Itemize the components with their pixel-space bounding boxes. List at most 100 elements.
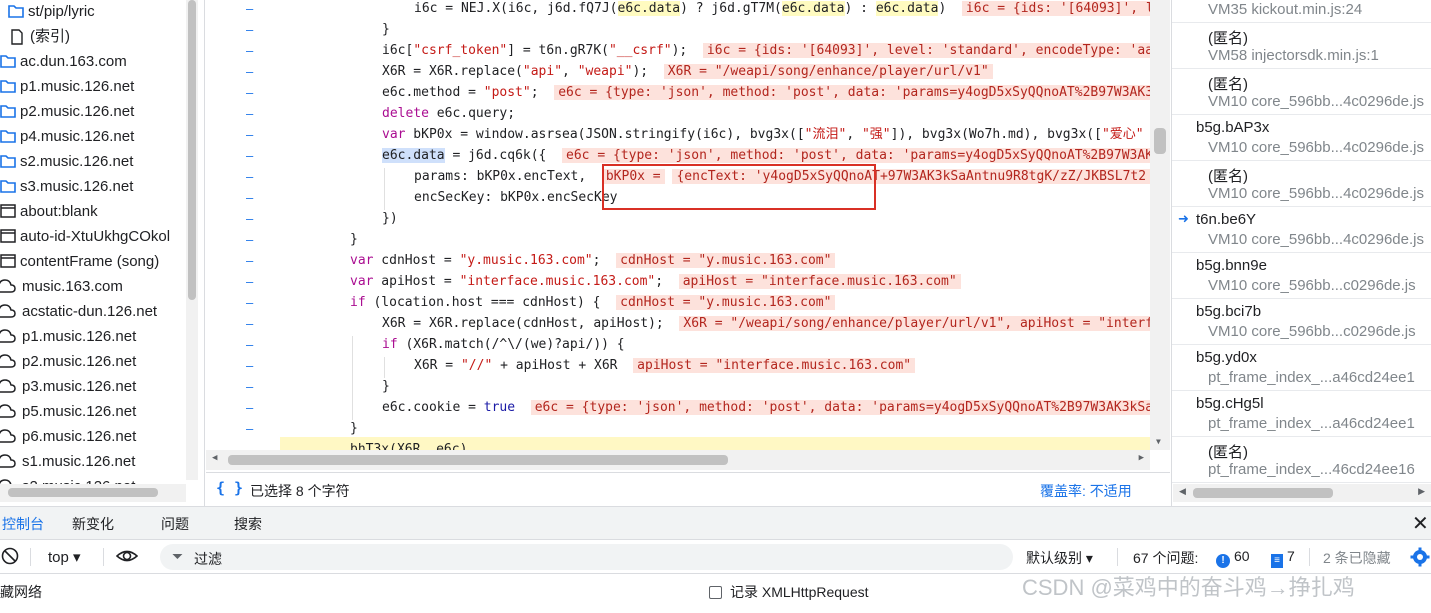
code-line[interactable]: var cdnHost = "y.music.163.com"; cdnHost…	[350, 250, 836, 271]
line-marker[interactable]: –	[246, 377, 256, 398]
tree-item[interactable]: ac.dun.163.com	[0, 49, 127, 74]
console-settings-gear-icon[interactable]	[1410, 547, 1430, 567]
tree-item[interactable]: p2.music.126.net	[0, 99, 134, 124]
line-marker[interactable]: –	[246, 20, 256, 41]
code-line[interactable]: encSecKey: bKP0x.encSecKey	[414, 187, 618, 208]
call-frame[interactable]: (匿名) VM10 core_596bb...4c0296de.js	[1172, 69, 1431, 115]
call-frame[interactable]: (匿名) VM58 injectorsdk.min.js:1	[1172, 23, 1431, 69]
code-line[interactable]: }	[350, 418, 358, 439]
file-tree-horizontal-scrollbar[interactable]	[0, 484, 186, 502]
line-marker[interactable]: –	[246, 209, 256, 230]
editor-vertical-scrollbar[interactable]: ▼	[1150, 0, 1170, 450]
editor-horizontal-scrollbar[interactable]: ◀ ▶	[206, 450, 1150, 470]
code-line[interactable]: }	[382, 19, 390, 40]
close-drawer-icon[interactable]: ✕	[1412, 511, 1429, 536]
line-marker[interactable]: –	[246, 104, 256, 125]
tree-item[interactable]: p1.music.126.net	[0, 74, 134, 99]
code-line[interactable]: i6c["csrf_token"] = t6n.gR7K("__csrf"); …	[382, 40, 1165, 61]
tree-item[interactable]: p3.music.126.net	[0, 374, 136, 399]
console-filter-input[interactable]: ⏷ 过滤	[160, 544, 1013, 570]
live-expression-eye-icon[interactable]	[115, 547, 139, 568]
call-stack-horizontal-scrollbar[interactable]: ◀ ▶	[1173, 484, 1431, 502]
code-line[interactable]: if (X6R.match(/^\/(we)?api/)) {	[382, 334, 625, 355]
issues-count[interactable]: 67 个问题:	[1133, 548, 1198, 568]
code-line[interactable]: })	[382, 208, 398, 229]
issues-warning-badge[interactable]: ≡ 7	[1271, 548, 1295, 568]
scroll-right-icon[interactable]: ▶	[1139, 453, 1144, 463]
log-xhr-option[interactable]: 记录 XMLHttpRequest	[709, 582, 869, 602]
line-marker[interactable]: –	[246, 272, 256, 293]
scroll-down-icon[interactable]: ▼	[1156, 437, 1161, 446]
call-frame[interactable]: b5g.bnn9e VM10 core_596bb...c0296de.js	[1172, 253, 1431, 299]
tree-item[interactable]: p4.music.126.net	[0, 124, 134, 149]
line-marker[interactable]: –	[246, 293, 256, 314]
code-line[interactable]: var apiHost = "interface.music.163.com";…	[350, 271, 961, 292]
code-line[interactable]: delete e6c.query;	[382, 103, 515, 124]
line-marker[interactable]: –	[246, 0, 256, 20]
issues-error-badge[interactable]: ! 60	[1216, 548, 1250, 568]
line-marker[interactable]: –	[246, 251, 256, 272]
tree-item[interactable]: music.163.com	[0, 274, 123, 299]
context-selector[interactable]: top ▾	[48, 548, 81, 566]
line-marker[interactable]: –	[246, 230, 256, 251]
code-line[interactable]: X6R = "//" + apiHost + X6R apiHost = "in…	[414, 355, 916, 376]
source-editor[interactable]: –––––––––––––––––––––– i6c = NEJ.X(i6c, …	[206, 0, 1170, 472]
code-line[interactable]: e6c.data = j6d.cq6k({ e6c = {type: 'json…	[382, 145, 1158, 166]
pretty-print-icon[interactable]: { }	[216, 479, 243, 497]
line-marker[interactable]: –	[246, 62, 256, 83]
scroll-left-icon[interactable]: ◀	[212, 453, 217, 463]
code-line[interactable]: e6c.method = "post"; e6c = {type: 'json'…	[382, 82, 1170, 103]
line-marker[interactable]: –	[246, 83, 256, 104]
tree-item[interactable]: contentFrame (song)	[0, 249, 159, 274]
line-marker[interactable]: –	[246, 335, 256, 356]
tree-item[interactable]: auto-id-XtuUkhgCOkol	[0, 224, 170, 249]
log-xhr-checkbox[interactable]	[709, 586, 722, 599]
call-frame[interactable]: b5g.yd0x pt_frame_index_...a46cd24ee1	[1172, 345, 1431, 391]
line-gutter[interactable]: ––––––––––––––––––––––	[206, 0, 280, 457]
tree-item[interactable]: (索引)	[10, 24, 70, 49]
line-marker[interactable]: –	[246, 188, 256, 209]
line-marker[interactable]: –	[246, 146, 256, 167]
call-frame[interactable]: (匿名) VM10 core_596bb...4c0296de.js	[1172, 161, 1431, 207]
call-frame[interactable]: VM35 kickout.min.js:24	[1172, 0, 1431, 23]
line-marker[interactable]: –	[246, 356, 256, 377]
code-line[interactable]: e6c.cookie = true e6c = {type: 'json', m…	[382, 397, 1170, 418]
code-line[interactable]: X6R = X6R.replace("api", "weapi"); X6R =…	[382, 61, 993, 82]
coverage-link[interactable]: 覆盖率: 不适用	[1040, 481, 1132, 501]
tree-item[interactable]: about:blank	[0, 199, 98, 224]
log-levels-dropdown[interactable]: 默认级别 ▾	[1026, 548, 1093, 568]
code-line[interactable]: if (location.host === cdnHost) { cdnHost…	[350, 292, 836, 313]
call-frame[interactable]: b5g.bci7b VM10 core_596bb...c0296de.js	[1172, 299, 1431, 345]
tree-item[interactable]: p1.music.126.net	[0, 324, 136, 349]
tree-item[interactable]: acstatic-dun.126.net	[0, 299, 157, 324]
code-line[interactable]: }	[350, 229, 358, 250]
code-line[interactable]: X6R = X6R.replace(cdnHost, apiHost); X6R…	[382, 313, 1170, 334]
tab-search[interactable]: 搜索	[234, 514, 262, 534]
tab-issues[interactable]: 问题	[161, 514, 189, 534]
code-line[interactable]: }	[382, 376, 390, 397]
call-frame[interactable]: b5g.cHg5l pt_frame_index_...a46cd24ee1	[1172, 391, 1431, 437]
tree-item[interactable]: s3.music.126.net	[0, 174, 133, 199]
tree-item[interactable]: s2.music.126.net	[0, 149, 133, 174]
tab-changes[interactable]: 新变化	[72, 514, 114, 534]
tree-item[interactable]: p6.music.126.net	[0, 424, 136, 449]
line-marker[interactable]: –	[246, 398, 256, 419]
tab-console[interactable]: 控制台	[2, 514, 44, 543]
call-frame[interactable]: ➜ t6n.be6Y VM10 core_596bb...4c0296de.js	[1172, 207, 1431, 253]
code-line[interactable]: i6c = NEJ.X(i6c, j6d.fQ7J(e6c.data) ? j6…	[414, 0, 1170, 19]
line-marker[interactable]: –	[246, 419, 256, 440]
tree-item[interactable]: p2.music.126.net	[0, 349, 136, 374]
code-line[interactable]: var bKP0x = window.asrsea(JSON.stringify…	[382, 124, 1144, 145]
clear-console-icon[interactable]	[1, 547, 19, 565]
call-frame[interactable]: b5g.bAP3x VM10 core_596bb...4c0296de.js	[1172, 115, 1431, 161]
hide-network-option[interactable]: 隐藏网络	[0, 582, 42, 602]
file-tree-vertical-scrollbar[interactable]	[186, 0, 198, 480]
line-marker[interactable]: –	[246, 167, 256, 188]
line-marker[interactable]: –	[246, 41, 256, 62]
line-marker[interactable]: –	[246, 125, 256, 146]
line-marker[interactable]: –	[246, 314, 256, 335]
call-frame[interactable]: (匿名) pt_frame_index_...46cd24ee16	[1172, 437, 1431, 483]
tree-item[interactable]: p5.music.126.net	[0, 399, 136, 424]
tree-item[interactable]: s1.music.126.net	[0, 449, 135, 474]
tree-item[interactable]: st/pip/lyric	[8, 0, 95, 24]
